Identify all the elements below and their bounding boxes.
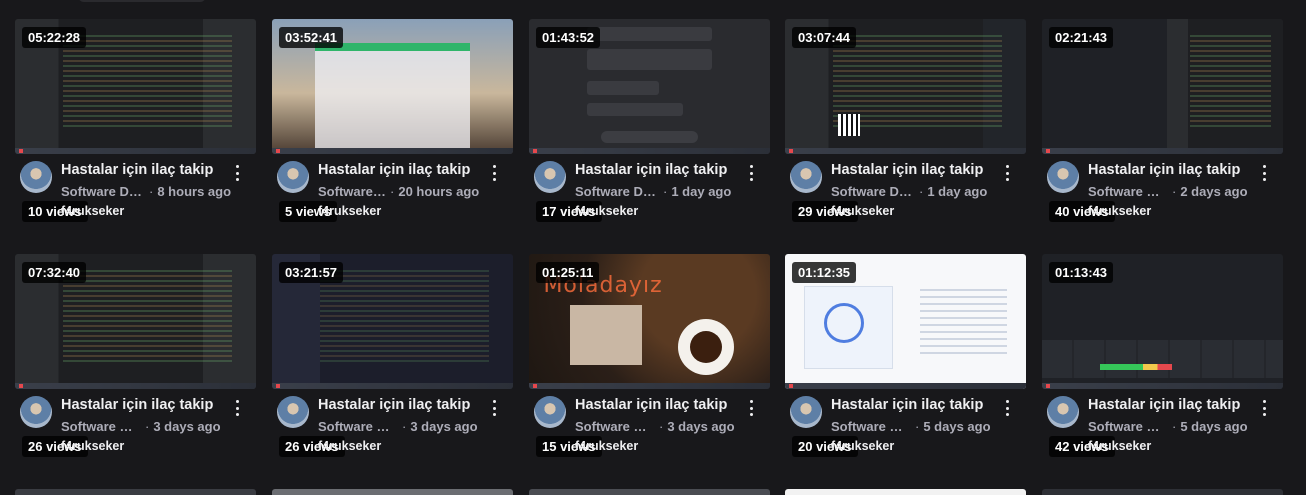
qr-code-icon <box>838 113 861 136</box>
time-ago: 5 days ago <box>923 419 991 434</box>
avatar[interactable] <box>1047 161 1079 193</box>
video-meta: Software Development·5 days ago <box>831 419 991 434</box>
time-ago: 3 days ago <box>667 419 735 434</box>
video-meta: Software Development·2 days ago <box>1088 184 1248 199</box>
scroll-indicator <box>78 0 206 2</box>
duration-badge: 02:21:43 <box>1049 27 1114 48</box>
video-card[interactable]: 03:52:41 5 views Hastalar için ilaç taki… <box>272 19 513 229</box>
avatar[interactable] <box>277 396 309 428</box>
more-options-icon[interactable] <box>1001 165 1013 181</box>
tag-label[interactable]: f4rukseker <box>831 204 894 218</box>
duration-badge: 01:25:11 <box>536 262 600 283</box>
video-meta: Software Development·20 hours ago <box>318 184 480 199</box>
category-link[interactable]: Software Development <box>1088 419 1168 434</box>
duration-badge: 03:52:41 <box>279 27 344 48</box>
tag-label[interactable]: f4rukseker <box>575 439 638 453</box>
video-title[interactable]: Hastalar için ilaç takip <box>1088 397 1248 413</box>
avatar[interactable] <box>534 161 566 193</box>
tag-label[interactable]: f4rukseker <box>61 204 124 218</box>
category-link[interactable]: Software Development <box>575 184 659 199</box>
avatar[interactable] <box>790 396 822 428</box>
video-meta: Software Development·5 days ago <box>1088 419 1248 434</box>
more-options-icon[interactable] <box>488 165 500 181</box>
video-title[interactable]: Hastalar için ilaç takip <box>831 397 991 413</box>
category-link[interactable]: Software Development <box>575 419 655 434</box>
more-options-icon[interactable] <box>1258 400 1270 416</box>
category-link[interactable]: Software Development <box>318 184 386 199</box>
avatar[interactable] <box>277 161 309 193</box>
video-card[interactable]: 05:22:28 10 views Hastalar için ilaç tak… <box>15 19 256 229</box>
video-title[interactable]: Hastalar için ilaç takip <box>575 162 735 178</box>
video-meta: Software Development·8 hours ago <box>61 184 232 199</box>
video-meta: Software Development·3 days ago <box>575 419 735 434</box>
time-ago: 3 days ago <box>153 419 221 434</box>
video-card[interactable]: Moladayız 01:25:11 15 views Hastalar içi… <box>529 254 770 464</box>
category-link[interactable]: Software Development <box>1088 184 1168 199</box>
category-link[interactable]: Software Development <box>61 419 141 434</box>
duration-badge: 05:22:28 <box>22 27 87 48</box>
video-title[interactable]: Hastalar için ilaç takip <box>61 397 221 413</box>
time-ago: 5 days ago <box>1180 419 1248 434</box>
cat-photo <box>569 305 642 366</box>
time-ago: 3 days ago <box>410 419 478 434</box>
avatar[interactable] <box>20 161 52 193</box>
time-ago: 1 day ago <box>671 184 732 199</box>
video-meta: Software Development·1 day ago <box>831 184 988 199</box>
category-link[interactable]: Software Development <box>318 419 398 434</box>
video-title[interactable]: Hastalar için ilaç takip <box>1088 162 1248 178</box>
more-options-icon[interactable] <box>488 400 500 416</box>
tag-label[interactable]: f4rukseker <box>1088 439 1151 453</box>
category-link[interactable]: Software Development <box>831 184 915 199</box>
video-thumbnail[interactable] <box>785 489 1026 495</box>
video-title[interactable]: Hastalar için ilaç takip <box>61 162 221 178</box>
video-card[interactable]: 03:21:57 26 views Hastalar için ilaç tak… <box>272 254 513 464</box>
more-options-icon[interactable] <box>745 400 757 416</box>
tag-label[interactable]: f4rukseker <box>575 204 638 218</box>
video-card[interactable]: 01:12:35 20 views Hastalar için ilaç tak… <box>785 254 1026 464</box>
tag-label[interactable]: f4rukseker <box>1088 204 1151 218</box>
video-title[interactable]: Hastalar için ilaç takip <box>318 162 478 178</box>
avatar[interactable] <box>534 396 566 428</box>
avatar[interactable] <box>1047 396 1079 428</box>
category-link[interactable]: Software Development <box>831 419 911 434</box>
duration-badge: 03:21:57 <box>279 262 344 283</box>
duration-badge: 07:32:40 <box>22 262 87 283</box>
video-thumbnail[interactable] <box>1042 489 1283 495</box>
tag-label[interactable]: f4rukseker <box>61 439 124 453</box>
time-ago: 2 days ago <box>1180 184 1248 199</box>
video-card[interactable]: 02:21:43 40 views Hastalar için ilaç tak… <box>1042 19 1283 229</box>
time-ago: 8 hours ago <box>157 184 232 199</box>
time-ago: 1 day ago <box>927 184 988 199</box>
video-meta: Software Development·3 days ago <box>61 419 221 434</box>
video-title[interactable]: Hastalar için ilaç takip <box>831 162 991 178</box>
more-options-icon[interactable] <box>1001 400 1013 416</box>
time-ago: 20 hours ago <box>398 184 480 199</box>
duration-badge: 01:12:35 <box>792 262 857 283</box>
tag-label[interactable]: f4rukseker <box>318 439 381 453</box>
more-options-icon[interactable] <box>231 165 243 181</box>
duration-badge: 01:43:52 <box>536 27 601 48</box>
duration-badge: 01:13:43 <box>1049 262 1114 283</box>
video-title[interactable]: Hastalar için ilaç takip <box>575 397 735 413</box>
tag-label[interactable]: f4rukseker <box>831 439 894 453</box>
more-options-icon[interactable] <box>745 165 757 181</box>
video-card[interactable]: 01:13:43 42 views Hastalar için ilaç tak… <box>1042 254 1283 464</box>
video-title[interactable]: Hastalar için ilaç takip <box>318 397 478 413</box>
video-card[interactable]: 03:07:44 29 views Hastalar için ilaç tak… <box>785 19 1026 229</box>
video-thumbnail[interactable] <box>15 489 256 495</box>
avatar[interactable] <box>20 396 52 428</box>
video-meta: Software Development·1 day ago <box>575 184 732 199</box>
more-options-icon[interactable] <box>1258 165 1270 181</box>
avatar[interactable] <box>790 161 822 193</box>
video-card[interactable]: 07:32:40 26 views Hastalar için ilaç tak… <box>15 254 256 464</box>
video-thumbnail[interactable] <box>272 489 513 495</box>
category-link[interactable]: Software Development <box>61 184 145 199</box>
video-meta: Software Development·3 days ago <box>318 419 478 434</box>
video-card[interactable]: 01:43:52 17 views Hastalar için ilaç tak… <box>529 19 770 229</box>
video-thumbnail[interactable] <box>529 489 770 495</box>
tag-label[interactable]: f4rukseker <box>318 204 381 218</box>
coffee-cup-icon <box>678 318 735 375</box>
duration-badge: 03:07:44 <box>792 27 857 48</box>
more-options-icon[interactable] <box>231 400 243 416</box>
